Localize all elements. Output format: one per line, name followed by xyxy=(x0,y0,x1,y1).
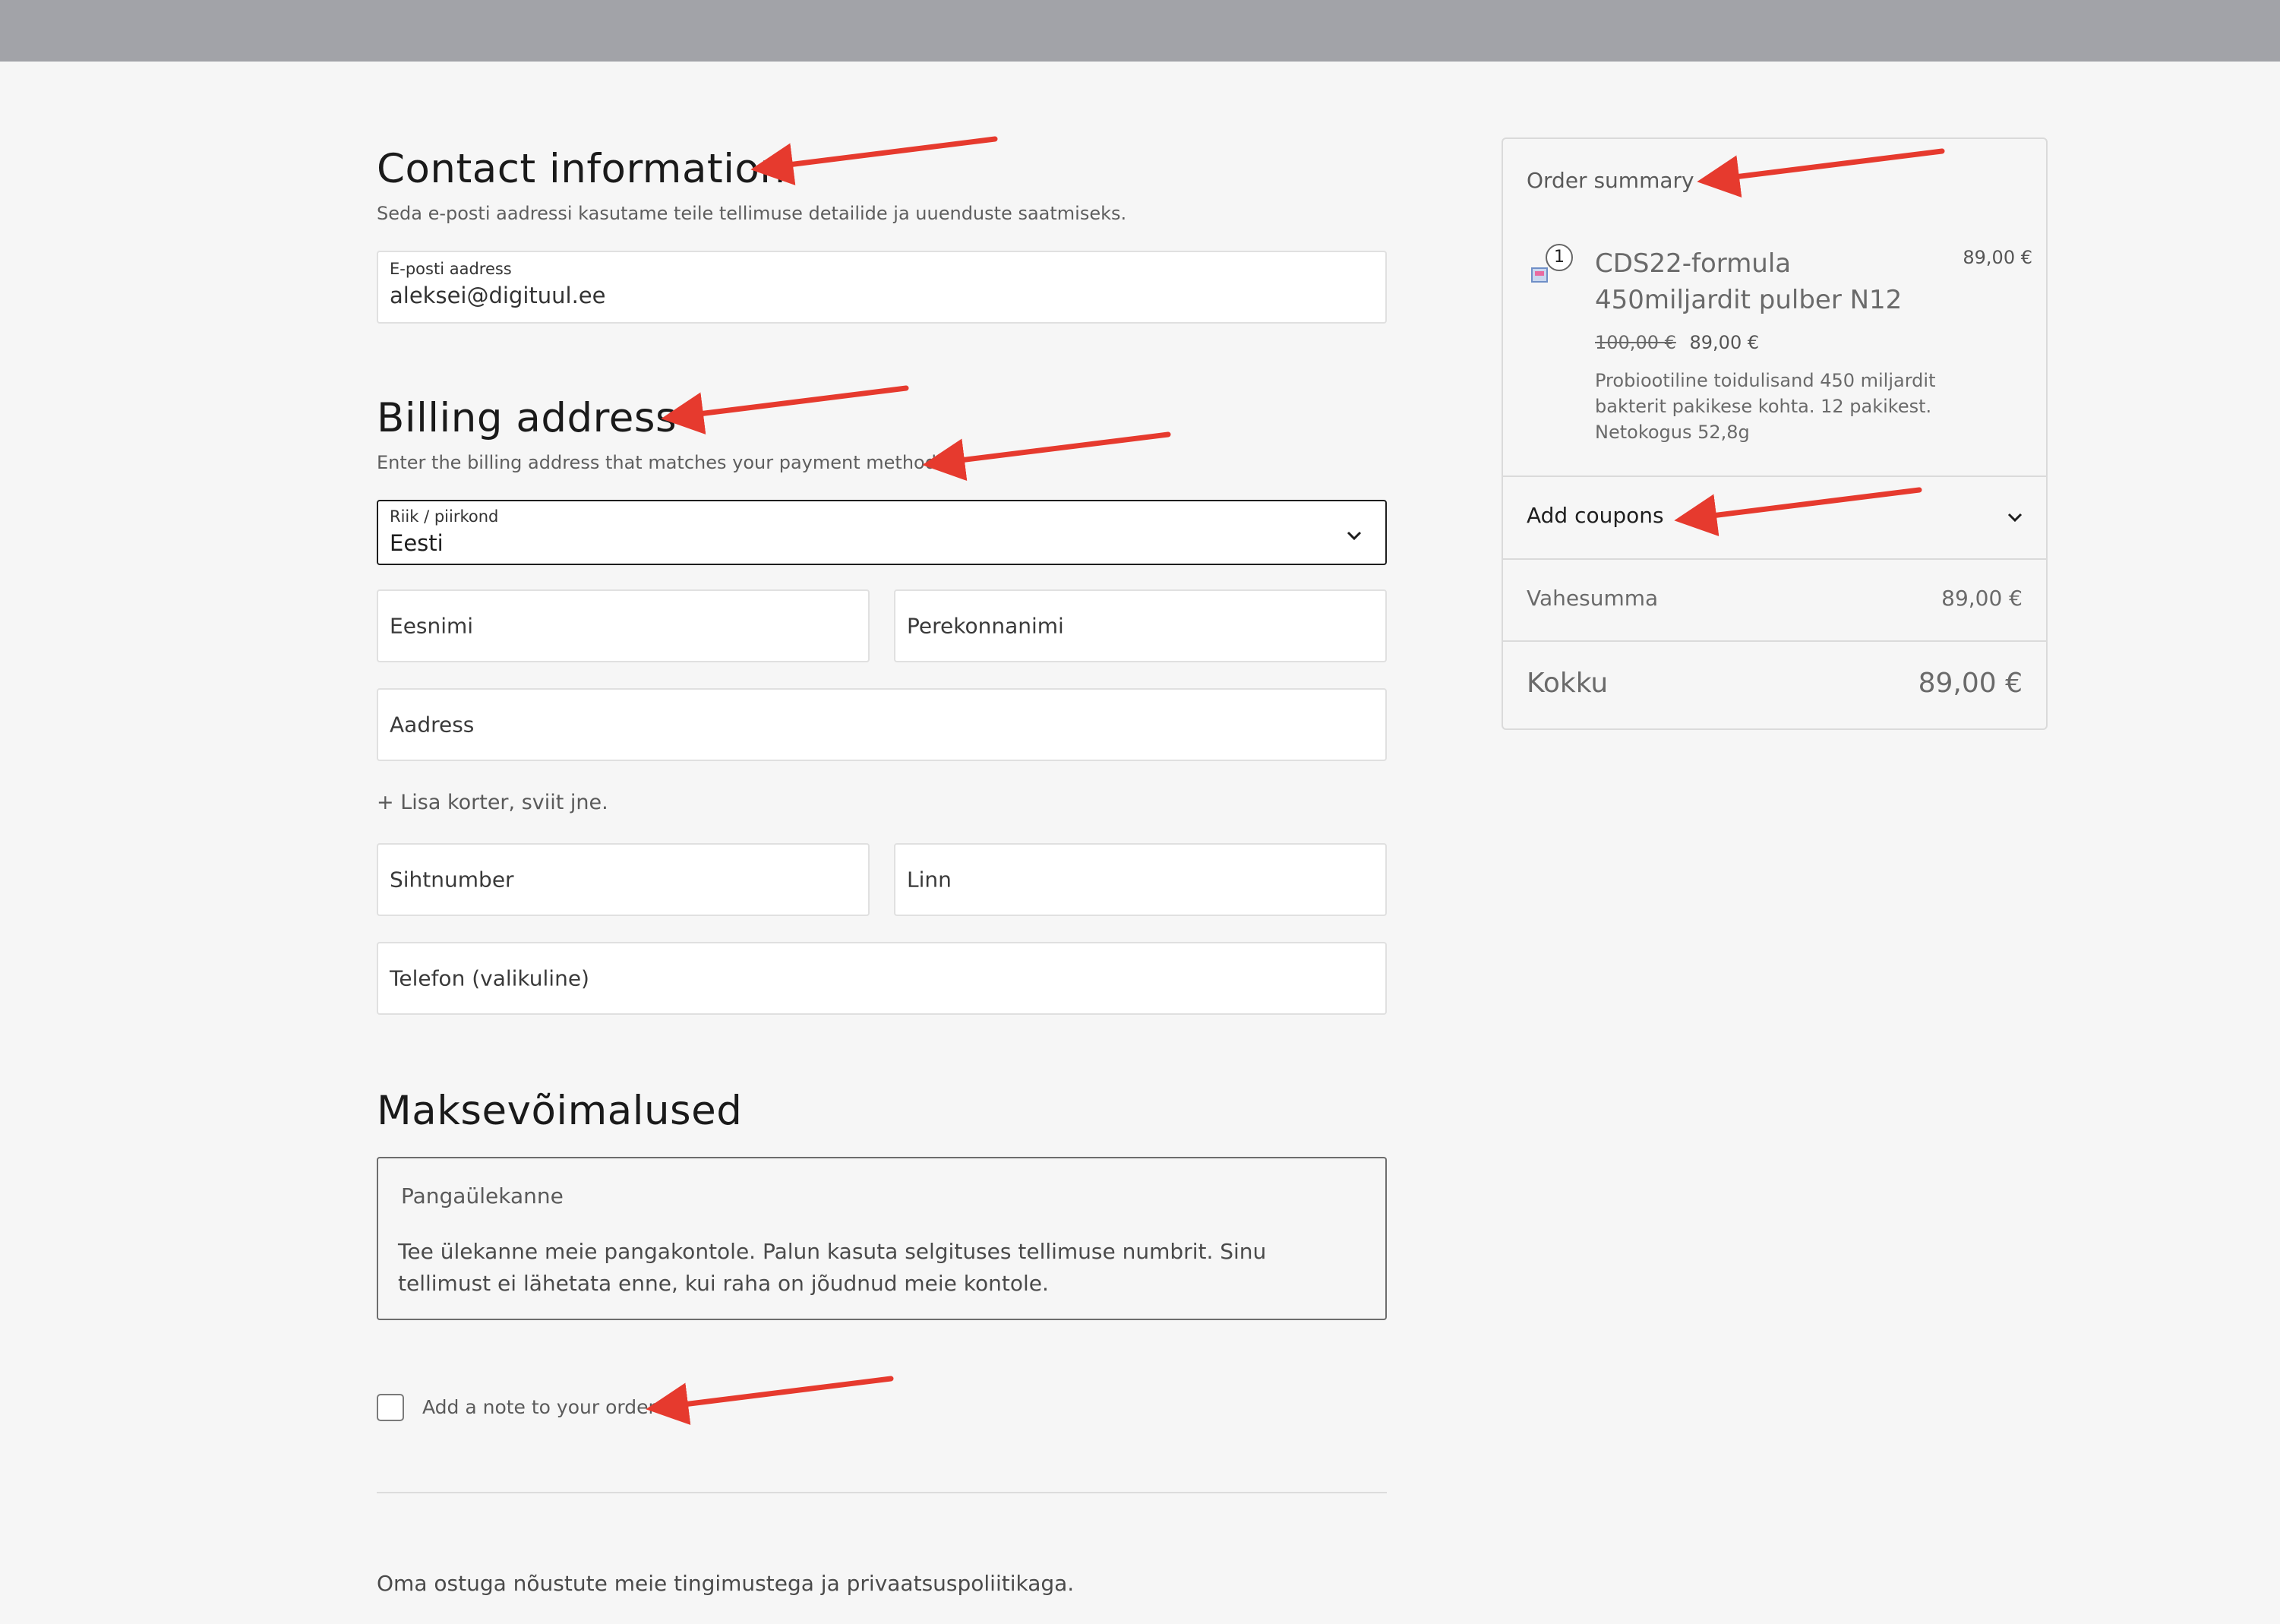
subtotal-row: Vahesumma 89,00 € xyxy=(1503,558,2046,641)
payment-heading: Maksevõimalused xyxy=(377,1088,743,1134)
first-name-field[interactable]: Eesnimi xyxy=(377,589,870,662)
arrow-note xyxy=(646,1376,894,1426)
product-description: Probiootiline toidulisand 450 miljardit … xyxy=(1595,370,1936,443)
country-value: Eesti xyxy=(390,530,444,556)
address-field[interactable]: Aadress xyxy=(377,688,1387,761)
arrow-contact xyxy=(750,136,998,186)
product-name: CDS22-formula 450miljardit pulber N12 xyxy=(1595,248,1903,315)
address-placeholder: Aadress xyxy=(390,712,475,738)
total-value: 89,00 € xyxy=(1918,668,2023,699)
total-row: Kokku 89,00 € xyxy=(1503,640,2046,731)
postcode-field[interactable]: Sihtnumber xyxy=(377,843,870,916)
top-bar xyxy=(0,0,2280,62)
first-name-placeholder: Eesnimi xyxy=(390,613,474,639)
payment-method-option[interactable]: Pangaülekanne Tee ülekanne meie pangakon… xyxy=(377,1157,1387,1320)
city-field[interactable]: Linn xyxy=(894,843,1387,916)
product-old-price: 100,00 € xyxy=(1595,332,1676,353)
order-summary-panel: Order summary 1 CDS22-formula 450miljard… xyxy=(1502,137,2048,730)
chevron-down-icon xyxy=(2007,513,2023,523)
email-field[interactable]: E-posti aadress aleksei@digituul.ee xyxy=(377,251,1387,324)
product-prices: 100,00 € 89,00 € xyxy=(1595,332,1759,353)
contact-heading: Contact information xyxy=(377,146,786,192)
add-coupons-label: Add coupons xyxy=(1527,503,1664,528)
last-name-field[interactable]: Perekonnanimi xyxy=(894,589,1387,662)
arrow-billing-sub xyxy=(922,431,1171,482)
email-label: E-posti aadress xyxy=(390,260,512,278)
order-note-checkbox[interactable] xyxy=(377,1394,404,1421)
payment-method-description: Tee ülekanne meie pangakontole. Palun ka… xyxy=(398,1239,1267,1296)
contact-subtitle: Seda e-posti aadressi kasutame teile tel… xyxy=(377,203,1127,224)
phone-placeholder: Telefon (valikuline) xyxy=(390,965,589,991)
billing-subtitle: Enter the billing address that matches y… xyxy=(377,452,943,473)
order-note-label[interactable]: Add a note to your order xyxy=(422,1396,656,1418)
terms-text: Oma ostuga nõustute meie tingimustega ja… xyxy=(377,1571,1075,1596)
product-new-price: 89,00 € xyxy=(1689,332,1760,353)
divider xyxy=(377,1492,1387,1493)
billing-heading: Billing address xyxy=(377,395,677,441)
last-name-placeholder: Perekonnanimi xyxy=(907,613,1064,639)
arrow-billing xyxy=(661,385,909,435)
product-line-price: 89,00 € xyxy=(1963,247,2032,268)
country-label: Riik / piirkond xyxy=(390,507,499,526)
payment-method-title: Pangaülekanne xyxy=(401,1183,564,1209)
add-apartment-link[interactable]: + Lisa korter, sviit jne. xyxy=(377,791,608,814)
email-value: aleksei@digituul.ee xyxy=(390,283,606,308)
order-summary-title: Order summary xyxy=(1527,168,1694,193)
country-select[interactable]: Riik / piirkond Eesti xyxy=(377,500,1387,565)
quantity-badge: 1 xyxy=(1546,244,1573,271)
subtotal-label: Vahesumma xyxy=(1527,586,1659,611)
subtotal-value: 89,00 € xyxy=(1941,586,2023,611)
coupons-row[interactable]: Add coupons xyxy=(1503,476,2046,558)
phone-field[interactable]: Telefon (valikuline) xyxy=(377,942,1387,1015)
postcode-placeholder: Sihtnumber xyxy=(390,867,514,893)
city-placeholder: Linn xyxy=(907,867,952,893)
total-label: Kokku xyxy=(1527,668,1609,699)
chevron-down-icon xyxy=(1347,531,1362,541)
